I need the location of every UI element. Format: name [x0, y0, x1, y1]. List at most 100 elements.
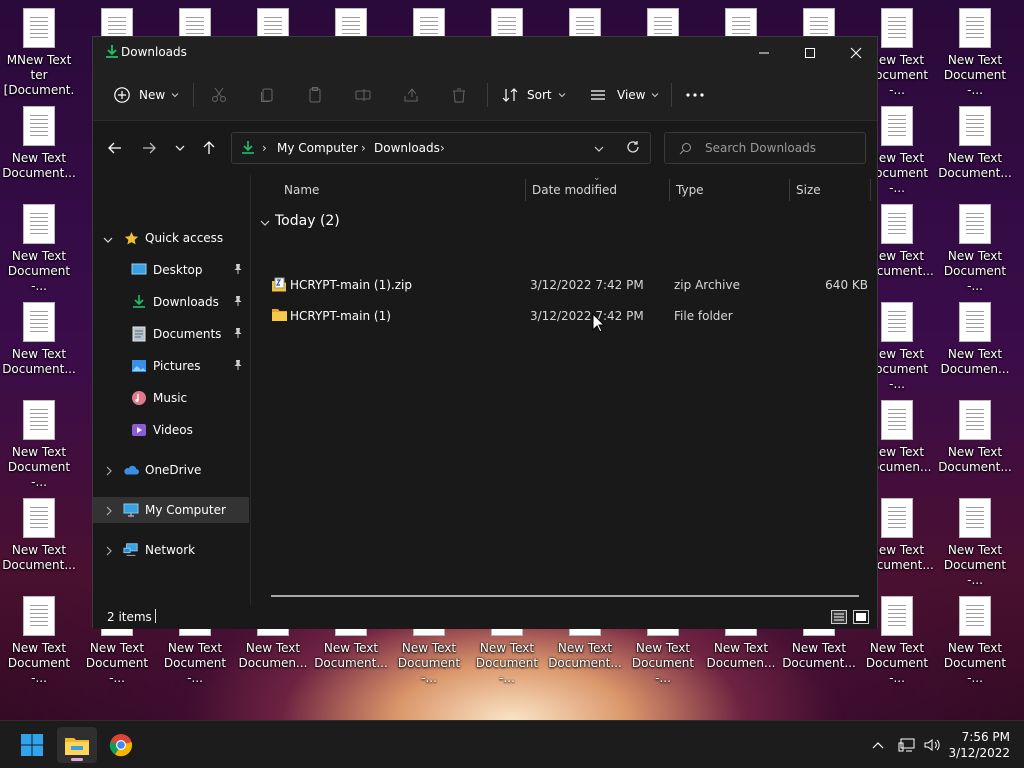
column-divider[interactable]	[789, 179, 790, 201]
tiles-view-icon	[853, 610, 869, 624]
desktop-icon-text-document[interactable]: New Text Document -...	[936, 596, 1014, 686]
delete-button[interactable]	[447, 83, 471, 107]
desktop-icon-label: New Text Document...	[938, 151, 1012, 180]
network-tray-icon[interactable]	[898, 721, 916, 768]
address-bar[interactable]: › My Computer › Downloads ›	[231, 132, 651, 164]
folder-icon	[65, 738, 89, 755]
text-document-icon	[959, 400, 991, 440]
details-view-button[interactable]	[831, 610, 847, 627]
up-button[interactable]	[197, 137, 221, 159]
pin-icon[interactable]	[233, 295, 243, 310]
back-button[interactable]	[103, 137, 127, 159]
close-button[interactable]	[833, 37, 879, 69]
cut-button[interactable]	[207, 83, 231, 107]
new-button[interactable]: New	[113, 81, 179, 109]
copy-button[interactable]	[255, 83, 279, 107]
title-bar[interactable]: Downloads	[93, 37, 877, 69]
text-document-icon	[959, 204, 991, 244]
column-divider[interactable]	[669, 179, 670, 201]
text-document-icon	[881, 302, 913, 342]
desktop-icon-text-document[interactable]: New Text Document...	[0, 498, 78, 573]
zip-icon	[271, 277, 287, 296]
sidebar-item-pictures[interactable]: Pictures	[93, 353, 249, 379]
desktop-icon-label: New Text Document -...	[163, 641, 227, 685]
sidebar-item-onedrive[interactable]: OneDrive	[93, 457, 249, 483]
start-button[interactable]	[12, 727, 52, 763]
desktop-icon-text-document[interactable]: New Text Document -...	[936, 204, 1014, 294]
sidebar-item-network[interactable]: Network	[93, 537, 249, 563]
tiles-view-button[interactable]	[853, 610, 869, 627]
pin-icon[interactable]	[233, 359, 243, 374]
desktop-icon-text-document[interactable]: New Text Document...	[936, 400, 1014, 475]
desktop-icon-text-document[interactable]: New Text Document...	[0, 106, 78, 181]
horizontal-scrollbar[interactable]	[271, 595, 859, 597]
taskbar-clock[interactable]: 7:56 PM 3/12/2022	[948, 729, 1010, 761]
sidebar-item-music[interactable]: Music	[93, 385, 249, 411]
group-header-today[interactable]: Today (2)	[275, 213, 340, 229]
text-document-icon	[23, 106, 55, 146]
desktop-icon-label: New Text Document -...	[943, 543, 1007, 587]
sort-button[interactable]: Sort	[501, 81, 566, 109]
view-button[interactable]: View	[589, 81, 659, 109]
desktop-icon-label: New Text Document -...	[7, 249, 71, 293]
sidebar-item-downloads[interactable]: Downloads	[93, 289, 249, 315]
search-box[interactable]: Search Downloads	[664, 132, 866, 164]
column-name[interactable]: Name	[284, 183, 319, 197]
rename-button[interactable]	[351, 83, 375, 107]
breadcrumb-chevron-icon: ›	[361, 141, 366, 155]
taskbar-file-explorer[interactable]	[57, 727, 97, 763]
desktop-icon-text-document[interactable]: New Text Document -...	[936, 8, 1014, 98]
text-document-icon	[881, 106, 913, 146]
desktop-icon-text-document[interactable]: New Text Document -...	[0, 596, 78, 686]
refresh-button[interactable]	[626, 140, 640, 157]
desktop-icon-text-document[interactable]: New Text Document -...	[0, 400, 78, 490]
volume-tray-icon[interactable]	[923, 721, 941, 768]
text-document-icon	[959, 596, 991, 636]
group-collapse-icon[interactable]	[260, 216, 270, 230]
file-row[interactable]: HCRYPT-main (1) 3/12/2022 7:42 PM File fol…	[267, 302, 867, 330]
address-dropdown-button[interactable]	[594, 142, 604, 156]
toolbar-separator	[487, 83, 488, 107]
taskbar-chrome[interactable]	[101, 727, 141, 763]
breadcrumb-my-computer[interactable]: My Computer	[277, 141, 358, 155]
recent-locations-button[interactable]	[168, 137, 192, 159]
breadcrumb-downloads[interactable]: Downloads	[374, 141, 440, 155]
column-divider[interactable]	[870, 179, 871, 201]
chevron-down-icon	[103, 233, 113, 247]
sidebar-item-desktop[interactable]: Desktop	[93, 257, 249, 283]
sidebar-item-documents[interactable]: Documents	[93, 321, 249, 347]
forward-button[interactable]	[137, 137, 161, 159]
sidebar-item-videos[interactable]: Videos	[93, 417, 249, 443]
share-button[interactable]	[399, 83, 423, 107]
column-type[interactable]: Type	[676, 183, 704, 197]
sidebar-item-quick-access[interactable]: Quick access	[93, 225, 249, 251]
column-date-modified[interactable]: Date modified	[532, 183, 617, 197]
column-size[interactable]: Size	[796, 183, 821, 197]
desktop-icon-text-document[interactable]: New Text Document -...	[936, 498, 1014, 588]
sort-icon	[502, 88, 518, 102]
desktop-icon-text-document[interactable]: New Text Document...	[0, 302, 78, 377]
ellipsis-icon	[686, 93, 704, 97]
sidebar-item-my-computer[interactable]: My Computer	[93, 497, 249, 523]
pin-icon[interactable]	[233, 263, 243, 278]
maximize-button[interactable]	[787, 37, 833, 69]
paste-button[interactable]	[303, 83, 327, 107]
pin-icon[interactable]	[233, 327, 243, 342]
text-document-icon	[881, 204, 913, 244]
show-hidden-icons-button[interactable]	[872, 721, 884, 768]
desktop-icon-text-document[interactable]: MNew Text ter [Document...	[0, 8, 78, 113]
sidebar-item-label: Music	[153, 391, 188, 405]
column-divider[interactable]	[525, 179, 526, 201]
pictures-icon	[131, 358, 147, 374]
desktop-icon-text-document[interactable]: New Text Documen...	[936, 302, 1014, 377]
desktop-icon-text-document[interactable]: New Text Document -...	[0, 204, 78, 294]
clipboard-icon	[309, 87, 321, 103]
more-options-button[interactable]	[683, 83, 707, 107]
desktop-icon-text-document[interactable]: New Text Document...	[936, 106, 1014, 181]
file-row[interactable]: HCRYPT-main (1).zip 3/12/2022 7:42 PM zip …	[267, 271, 868, 299]
search-input[interactable]: Search Downloads	[705, 141, 816, 155]
desktop-icon-label: New Text Documen...	[940, 347, 1010, 376]
sidebar-item-label: Documents	[153, 327, 222, 341]
desktop-icon-label: New Text Document -...	[475, 641, 539, 685]
minimize-button[interactable]	[741, 37, 787, 69]
